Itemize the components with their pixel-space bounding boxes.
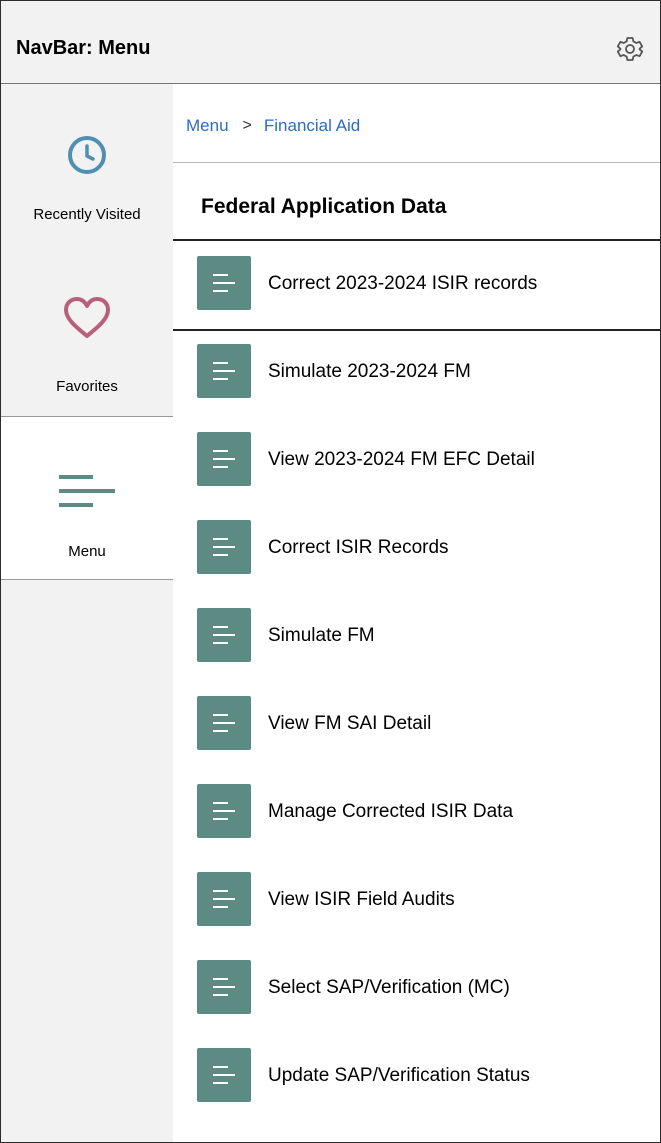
- sidebar-item-label: Favorites: [56, 378, 118, 395]
- menu-item-view-fm-sai-detail[interactable]: View FM SAI Detail: [173, 681, 660, 769]
- breadcrumb-financial-aid-link[interactable]: Financial Aid: [264, 116, 360, 136]
- gear-icon[interactable]: [614, 33, 646, 65]
- document-icon: [197, 696, 251, 750]
- sidebar-item-menu[interactable]: Menu: [1, 416, 173, 580]
- menu-item-correct-2023-2024-isir-records[interactable]: Correct 2023-2024 ISIR records: [173, 241, 660, 331]
- menu-item-label: View 2023-2024 FM EFC Detail: [268, 449, 535, 470]
- heart-icon: [64, 297, 110, 338]
- menu-item-label: Update SAP/Verification Status: [268, 1065, 530, 1086]
- sidebar-item-recently-visited[interactable]: Recently Visited: [1, 84, 173, 223]
- clock-icon: [68, 136, 106, 174]
- menu-item-label: Select SAP/Verification (MC): [268, 977, 510, 998]
- document-icon: [197, 784, 251, 838]
- menu-content: Menu > Financial Aid Federal Application…: [173, 84, 660, 1142]
- menu-item-update-sap-verification-status[interactable]: Update SAP/Verification Status: [173, 1033, 660, 1121]
- menu-item-simulate-2023-2024-fm[interactable]: Simulate 2023-2024 FM: [173, 329, 660, 417]
- navbar-panel: NavBar: Menu Recently Visited Favorites …: [0, 0, 661, 1143]
- menu-item-label: Manage Corrected ISIR Data: [268, 801, 514, 822]
- document-icon: [197, 608, 251, 662]
- menu-item-select-sap-verification-mc[interactable]: Select SAP/Verification (MC): [173, 945, 660, 1033]
- divider: [173, 162, 660, 163]
- menu-item-label: Correct ISIR Records: [268, 537, 449, 558]
- breadcrumb-menu-link[interactable]: Menu: [186, 116, 229, 136]
- menu-item-correct-isir-records[interactable]: Correct ISIR Records: [173, 505, 660, 593]
- document-icon: [197, 1048, 251, 1102]
- menu-item-view-2023-2024-fm-efc-detail[interactable]: View 2023-2024 FM EFC Detail: [173, 417, 660, 505]
- menu-item-label: Simulate 2023-2024 FM: [268, 361, 471, 382]
- navbar-title: NavBar: Menu: [16, 37, 151, 59]
- breadcrumb-separator: >: [242, 117, 252, 134]
- sidebar: Recently Visited Favorites Menu: [1, 84, 173, 1142]
- menu-item-view-isir-field-audits[interactable]: View ISIR Field Audits: [173, 857, 660, 945]
- menu-item-label: Simulate FM: [268, 625, 375, 646]
- menu-item-label: View ISIR Field Audits: [268, 889, 455, 910]
- document-icon: [197, 520, 251, 574]
- navbar-header: NavBar: Menu: [1, 1, 660, 84]
- breadcrumb: Menu > Financial Aid: [186, 116, 360, 136]
- sidebar-item-favorites[interactable]: Favorites: [1, 214, 173, 416]
- section-title: Federal Application Data: [201, 195, 447, 218]
- document-icon: [197, 344, 251, 398]
- document-icon: [197, 960, 251, 1014]
- menu-lines-icon: [59, 475, 115, 507]
- menu-item-label: View FM SAI Detail: [268, 713, 432, 734]
- document-icon: [197, 432, 251, 486]
- sidebar-item-label: Menu: [68, 543, 106, 560]
- menu-item-simulate-fm[interactable]: Simulate FM: [173, 593, 660, 681]
- menu-item-label: Correct 2023-2024 ISIR records: [268, 273, 538, 294]
- document-icon: [197, 872, 251, 926]
- menu-item-manage-corrected-isir-data[interactable]: Manage Corrected ISIR Data: [173, 769, 660, 857]
- document-icon: [197, 256, 251, 310]
